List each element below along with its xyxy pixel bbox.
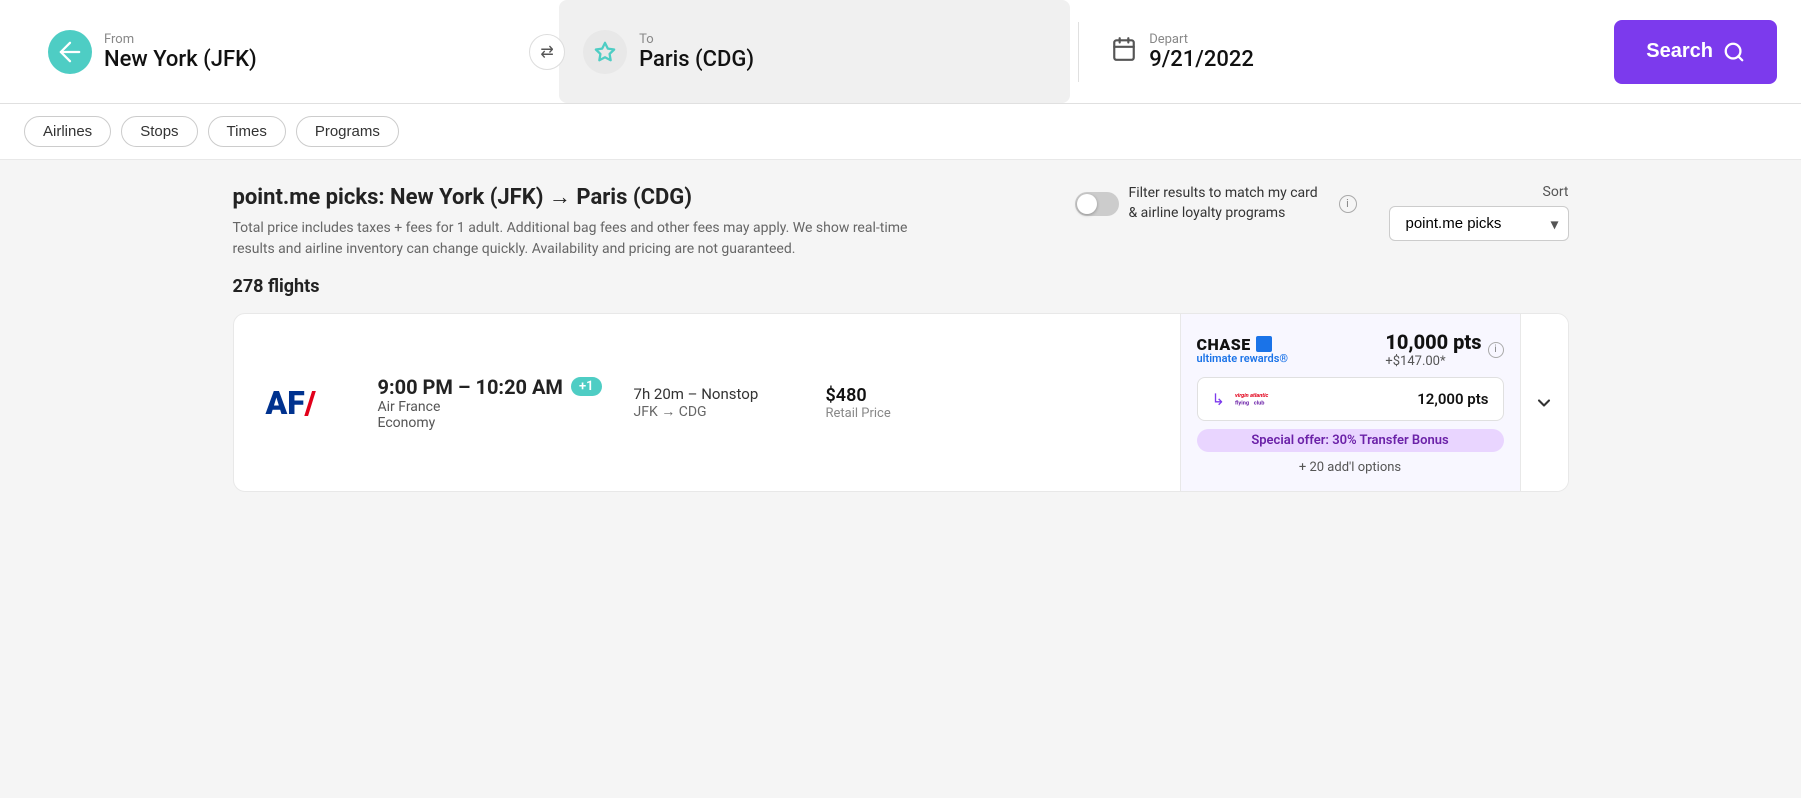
search-button-label: Search (1646, 40, 1713, 63)
chase-points-amount: 10,000 pts (1385, 330, 1481, 354)
filter-info-icon[interactable]: i (1339, 195, 1357, 213)
points-info-icon[interactable]: i (1488, 342, 1504, 358)
sort-wrapper: point.me picks Price Duration Points (1389, 206, 1569, 241)
ultimate-rewards-text: ultimate rewards® (1197, 352, 1289, 365)
departure-arrival: 9:00 PM – 10:20 AM (378, 375, 563, 399)
duration-text: 7h 20m – Nonstop (634, 385, 794, 403)
loyalty-filter-toggle[interactable] (1075, 192, 1119, 216)
filter-toggle-area: Filter results to match my card & airlin… (1075, 184, 1357, 223)
to-field-content: To Paris (CDG) (639, 32, 754, 72)
header-divider (1078, 22, 1079, 82)
depart-value: 9/21/2022 (1149, 47, 1254, 72)
search-header: From New York (JFK) ⇄ To Paris (CDG) (0, 0, 1801, 104)
transfer-arrow-icon: ↳ (1212, 390, 1225, 409)
sort-area: Sort point.me picks Price Duration Point… (1389, 184, 1569, 241)
flight-duration: 7h 20m – Nonstop JFK → CDG (634, 385, 794, 420)
filter-pill-airlines[interactable]: Airlines (24, 116, 111, 147)
add-options-text[interactable]: + 20 add'l options (1197, 460, 1504, 475)
expand-button[interactable] (1520, 314, 1568, 491)
flight-time: 9:00 PM – 10:20 AM +1 (378, 375, 602, 399)
toggle-knob (1077, 194, 1097, 214)
from-icon (48, 30, 92, 74)
chase-points-extra: +$147.00* (1385, 354, 1481, 369)
from-label: From (104, 32, 257, 47)
chase-square-icon (1256, 336, 1272, 352)
results-header: point.me picks: New York (JFK) → Paris (… (233, 184, 1569, 260)
filter-pill-programs[interactable]: Programs (296, 116, 399, 147)
flying-club-logo: virgin atlantic flying club (1235, 388, 1285, 410)
sort-label: Sort (1543, 184, 1569, 200)
to-icon (583, 30, 627, 74)
filter-toggle-label: Filter results to match my card & airlin… (1129, 184, 1329, 223)
route-subtitle: Total price includes taxes + fees for 1 … (233, 218, 913, 260)
flight-info: 9:00 PM – 10:20 AM +1 Air France Economy (378, 375, 602, 431)
price-label: Retail Price (826, 406, 946, 421)
airline-name: Air France (378, 399, 602, 415)
flying-club-points: 12,000 pts (1417, 390, 1488, 408)
flight-route: JFK → CDG (634, 403, 794, 420)
depart-field[interactable]: Depart 9/21/2022 (1087, 0, 1598, 103)
chase-logo: CHASE ultimate rewards® (1197, 335, 1289, 365)
svg-text:virgin atlantic: virgin atlantic (1235, 393, 1269, 399)
to-label: To (639, 32, 754, 47)
filter-bar: Airlines Stops Times Programs (0, 104, 1801, 160)
flights-count: 278 flights (233, 276, 1569, 297)
route-info: point.me picks: New York (JFK) → Paris (… (233, 184, 913, 260)
filter-pill-times[interactable]: Times (208, 116, 286, 147)
price-area: $480 Retail Price (826, 385, 946, 421)
swap-button[interactable]: ⇄ (529, 34, 565, 70)
airline-code-af: AF (266, 384, 305, 422)
day-offset-badge: +1 (571, 377, 602, 396)
to-field[interactable]: To Paris (CDG) (559, 0, 1070, 103)
airline-logo: AF/ (266, 384, 346, 422)
svg-text:club: club (1254, 401, 1265, 407)
partner-row[interactable]: ↳ virgin atlantic flying club 12,000 pts (1197, 377, 1504, 421)
virgin-atlantic-logo-svg: virgin atlantic flying club (1235, 388, 1285, 410)
from-field[interactable]: From New York (JFK) (24, 0, 535, 103)
from-value: New York (JFK) (104, 47, 257, 72)
from-field-content: From New York (JFK) (104, 32, 257, 72)
airline-code-slash: / (305, 384, 316, 422)
cabin-class: Economy (378, 415, 602, 431)
filter-pill-stops[interactable]: Stops (121, 116, 197, 147)
svg-text:flying: flying (1235, 401, 1249, 407)
depart-label: Depart (1149, 32, 1254, 47)
points-panel: CHASE ultimate rewards® 10,000 pts +$147… (1180, 314, 1520, 491)
main-content: point.me picks: New York (JFK) → Paris (… (201, 160, 1601, 532)
chase-row: CHASE ultimate rewards® 10,000 pts +$147… (1197, 330, 1504, 369)
sort-select[interactable]: point.me picks Price Duration Points (1389, 206, 1569, 241)
calendar-icon (1111, 36, 1137, 68)
search-icon (1723, 41, 1745, 63)
route-title: point.me picks: New York (JFK) → Paris (… (233, 184, 913, 210)
flight-card: AF/ 9:00 PM – 10:20 AM +1 Air France Eco… (233, 313, 1569, 492)
to-value: Paris (CDG) (639, 47, 754, 72)
flight-main: AF/ 9:00 PM – 10:20 AM +1 Air France Eco… (234, 314, 1180, 491)
search-button[interactable]: Search (1614, 20, 1777, 84)
special-offer-badge: Special offer: 30% Transfer Bonus (1197, 429, 1504, 452)
depart-field-content: Depart 9/21/2022 (1149, 32, 1254, 72)
retail-price: $480 (826, 385, 946, 406)
